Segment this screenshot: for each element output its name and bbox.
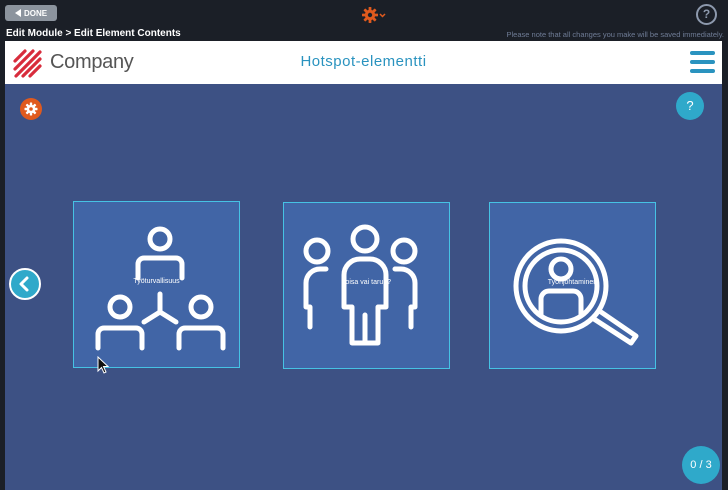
magnifier-person-icon: [513, 238, 639, 346]
mouse-cursor-icon: [97, 356, 109, 374]
hotspot-card-3[interactable]: Työnjohtaminen: [489, 202, 656, 369]
help-button[interactable]: ?: [676, 92, 704, 120]
progress-counter: 0 / 3: [682, 446, 720, 484]
hotspot-card-2[interactable]: Toisa vai tarua?: [283, 202, 450, 369]
breadcrumb: Edit Module > Edit Element Contents: [6, 28, 181, 39]
hamburger-menu-icon[interactable]: [690, 51, 715, 73]
autosave-notice: Please note that all changes you make wi…: [506, 30, 724, 39]
done-button-label: DONE: [23, 8, 48, 18]
done-button[interactable]: DONE: [5, 5, 57, 21]
card-label: Toisa vai tarua?: [341, 279, 392, 286]
editor-toolbar: DONE ?: [0, 0, 728, 28]
back-arrow-icon: [14, 9, 21, 17]
chevron-left-icon: [19, 276, 29, 292]
gear-dropdown-icon[interactable]: [361, 6, 387, 24]
editor-help-icon[interactable]: ?: [696, 4, 717, 25]
card-label: Työnjohtaminen: [547, 279, 598, 286]
page-title: Hotspot-elementti: [300, 53, 427, 70]
card-label: Työturvallisuus: [133, 278, 180, 285]
module-header: Company Hotspot-elementti: [5, 41, 722, 84]
previous-button[interactable]: [9, 268, 41, 300]
group-people-icon: [303, 224, 418, 346]
org-chart-people-icon: [95, 226, 226, 351]
settings-gear-icon[interactable]: [20, 98, 42, 120]
hotspot-card-1[interactable]: Työturvallisuus: [73, 201, 240, 368]
module-stage: Company Hotspot-elementti ? Työturvallis…: [5, 41, 722, 490]
